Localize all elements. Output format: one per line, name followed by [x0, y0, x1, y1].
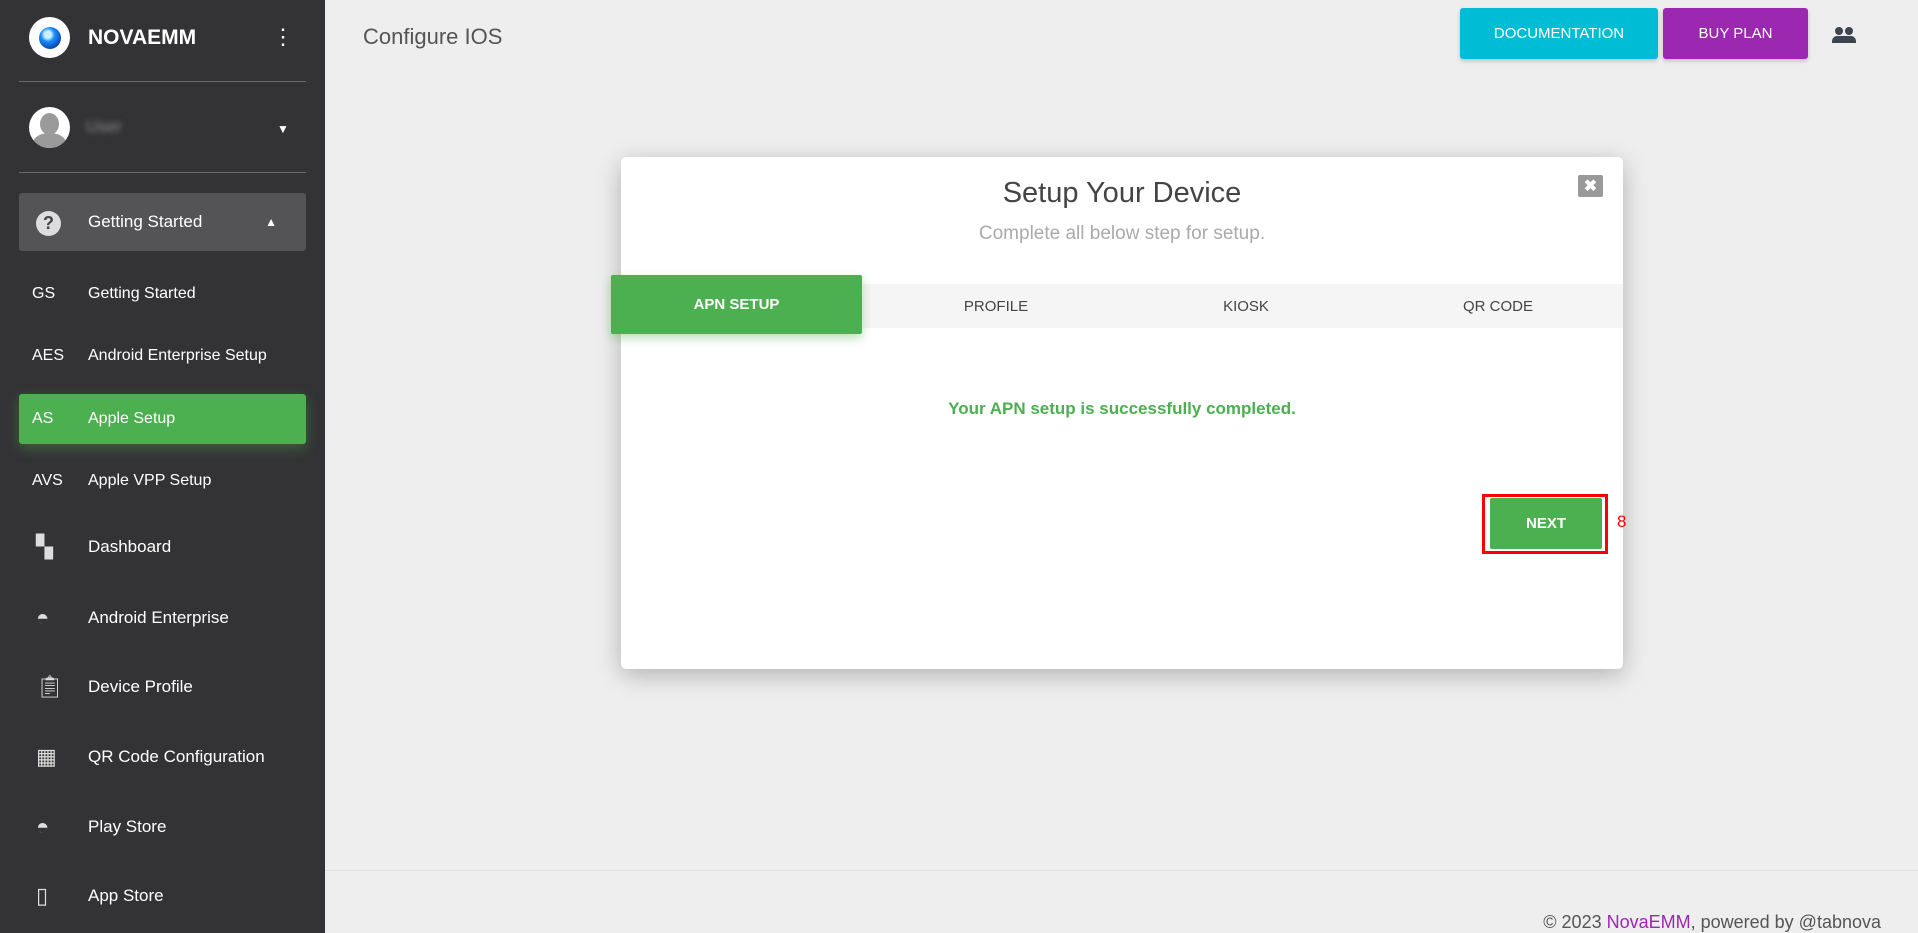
success-message: Your APN setup is successfully completed… — [948, 399, 1296, 418]
dashboard-icon: ▚ — [36, 534, 53, 559]
item-label: Getting Started — [88, 285, 196, 302]
item-label: Play Store — [88, 817, 167, 836]
item-label: Android Enterprise Setup — [88, 347, 267, 364]
item-label: Android Enterprise — [88, 608, 229, 627]
item-abbr: AVS — [32, 472, 63, 489]
item-label: Apple VPP Setup — [88, 472, 212, 489]
sidebar-group-label: Getting Started — [88, 212, 203, 231]
sidebar-item-apple-vpp-setup[interactable]: AVS Apple VPP Setup — [0, 461, 325, 501]
item-label: App Store — [88, 886, 164, 905]
sidebar-item-dashboard[interactable]: ▚ Dashboard — [0, 527, 325, 567]
clipboard-icon: 📋︎ — [36, 674, 64, 699]
setup-device-modal: Setup Your Device Complete all below ste… — [611, 157, 1623, 669]
sidebar-group-header[interactable]: ? Getting Started ▲ — [0, 202, 325, 242]
footer-suffix: , powered by @tabnova — [1690, 912, 1881, 932]
more-vert-icon[interactable]: ⋮ — [272, 26, 294, 48]
item-abbr: GS — [32, 285, 56, 302]
item-label: Device Profile — [88, 677, 193, 696]
item-abbr: AES — [32, 347, 65, 364]
android-icon: ◓ — [36, 605, 50, 630]
footer: © 2023 NovaEMM, powered by @tabnova — [1543, 912, 1881, 933]
item-label: Apple Setup — [88, 410, 176, 427]
annotation-highlight-box — [1482, 494, 1608, 554]
page-title: Configure IOS — [363, 24, 503, 49]
phone-icon: ▯ — [36, 883, 49, 908]
modal-title: Setup Your Device — [1002, 177, 1242, 209]
brand-name: NOVAEMM — [88, 26, 197, 49]
annotation-label: 8 — [1617, 512, 1627, 531]
sidebar-item-android-enterprise-setup[interactable]: AES Android Enterprise Setup — [0, 336, 325, 376]
tab-apn-setup[interactable]: APN SETUP — [611, 275, 862, 334]
caret-up-icon: ▲ — [265, 215, 277, 229]
tab-qr-code[interactable]: QR CODE — [1373, 284, 1623, 328]
tab-profile[interactable]: PROFILE — [871, 284, 1121, 328]
avatar — [29, 107, 70, 148]
tab-kiosk[interactable]: KIOSK — [1121, 284, 1371, 328]
sidebar-item-play-store[interactable]: ◓ Play Store — [0, 807, 325, 847]
sidebar: NOVAEMM ⋮ User ▼ ? Getting Started ▲ GS G… — [0, 0, 325, 933]
close-icon[interactable]: ✖ — [1578, 175, 1603, 197]
divider — [19, 81, 306, 82]
footer-brand-link[interactable]: NovaEMM — [1607, 912, 1691, 932]
modal-subtitle: Complete all below step for setup. — [978, 223, 1266, 244]
item-abbr: AS — [32, 410, 54, 427]
item-label: QR Code Configuration — [88, 747, 265, 766]
android-icon: ◓ — [36, 814, 50, 839]
user-name[interactable]: User — [86, 117, 122, 137]
divider — [19, 172, 306, 173]
help-circle-icon: ? — [0, 209, 88, 236]
sidebar-item-getting-started[interactable]: GS Getting Started — [0, 274, 325, 314]
footer-divider — [325, 870, 1918, 871]
documentation-button[interactable]: DOCUMENTATION — [1460, 8, 1658, 59]
item-label: Dashboard — [88, 537, 172, 556]
buy-plan-button[interactable]: BUY PLAN — [1663, 8, 1808, 59]
caret-down-icon[interactable]: ▼ — [277, 122, 289, 136]
sidebar-item-app-store[interactable]: ▯ App Store — [0, 876, 325, 916]
sidebar-item-device-profile[interactable]: 📋︎ Device Profile — [0, 667, 325, 707]
footer-prefix: © 2023 — [1543, 912, 1607, 932]
sidebar-item-qr-code-configuration[interactable]: ▦ QR Code Configuration — [0, 737, 325, 777]
sidebar-item-android-enterprise[interactable]: ◓ Android Enterprise — [0, 598, 325, 638]
qr-code-icon: ▦ — [36, 744, 57, 769]
sidebar-item-apple-setup[interactable]: AS Apple Setup — [0, 399, 325, 439]
users-icon[interactable] — [1832, 26, 1858, 44]
logo — [29, 17, 70, 58]
